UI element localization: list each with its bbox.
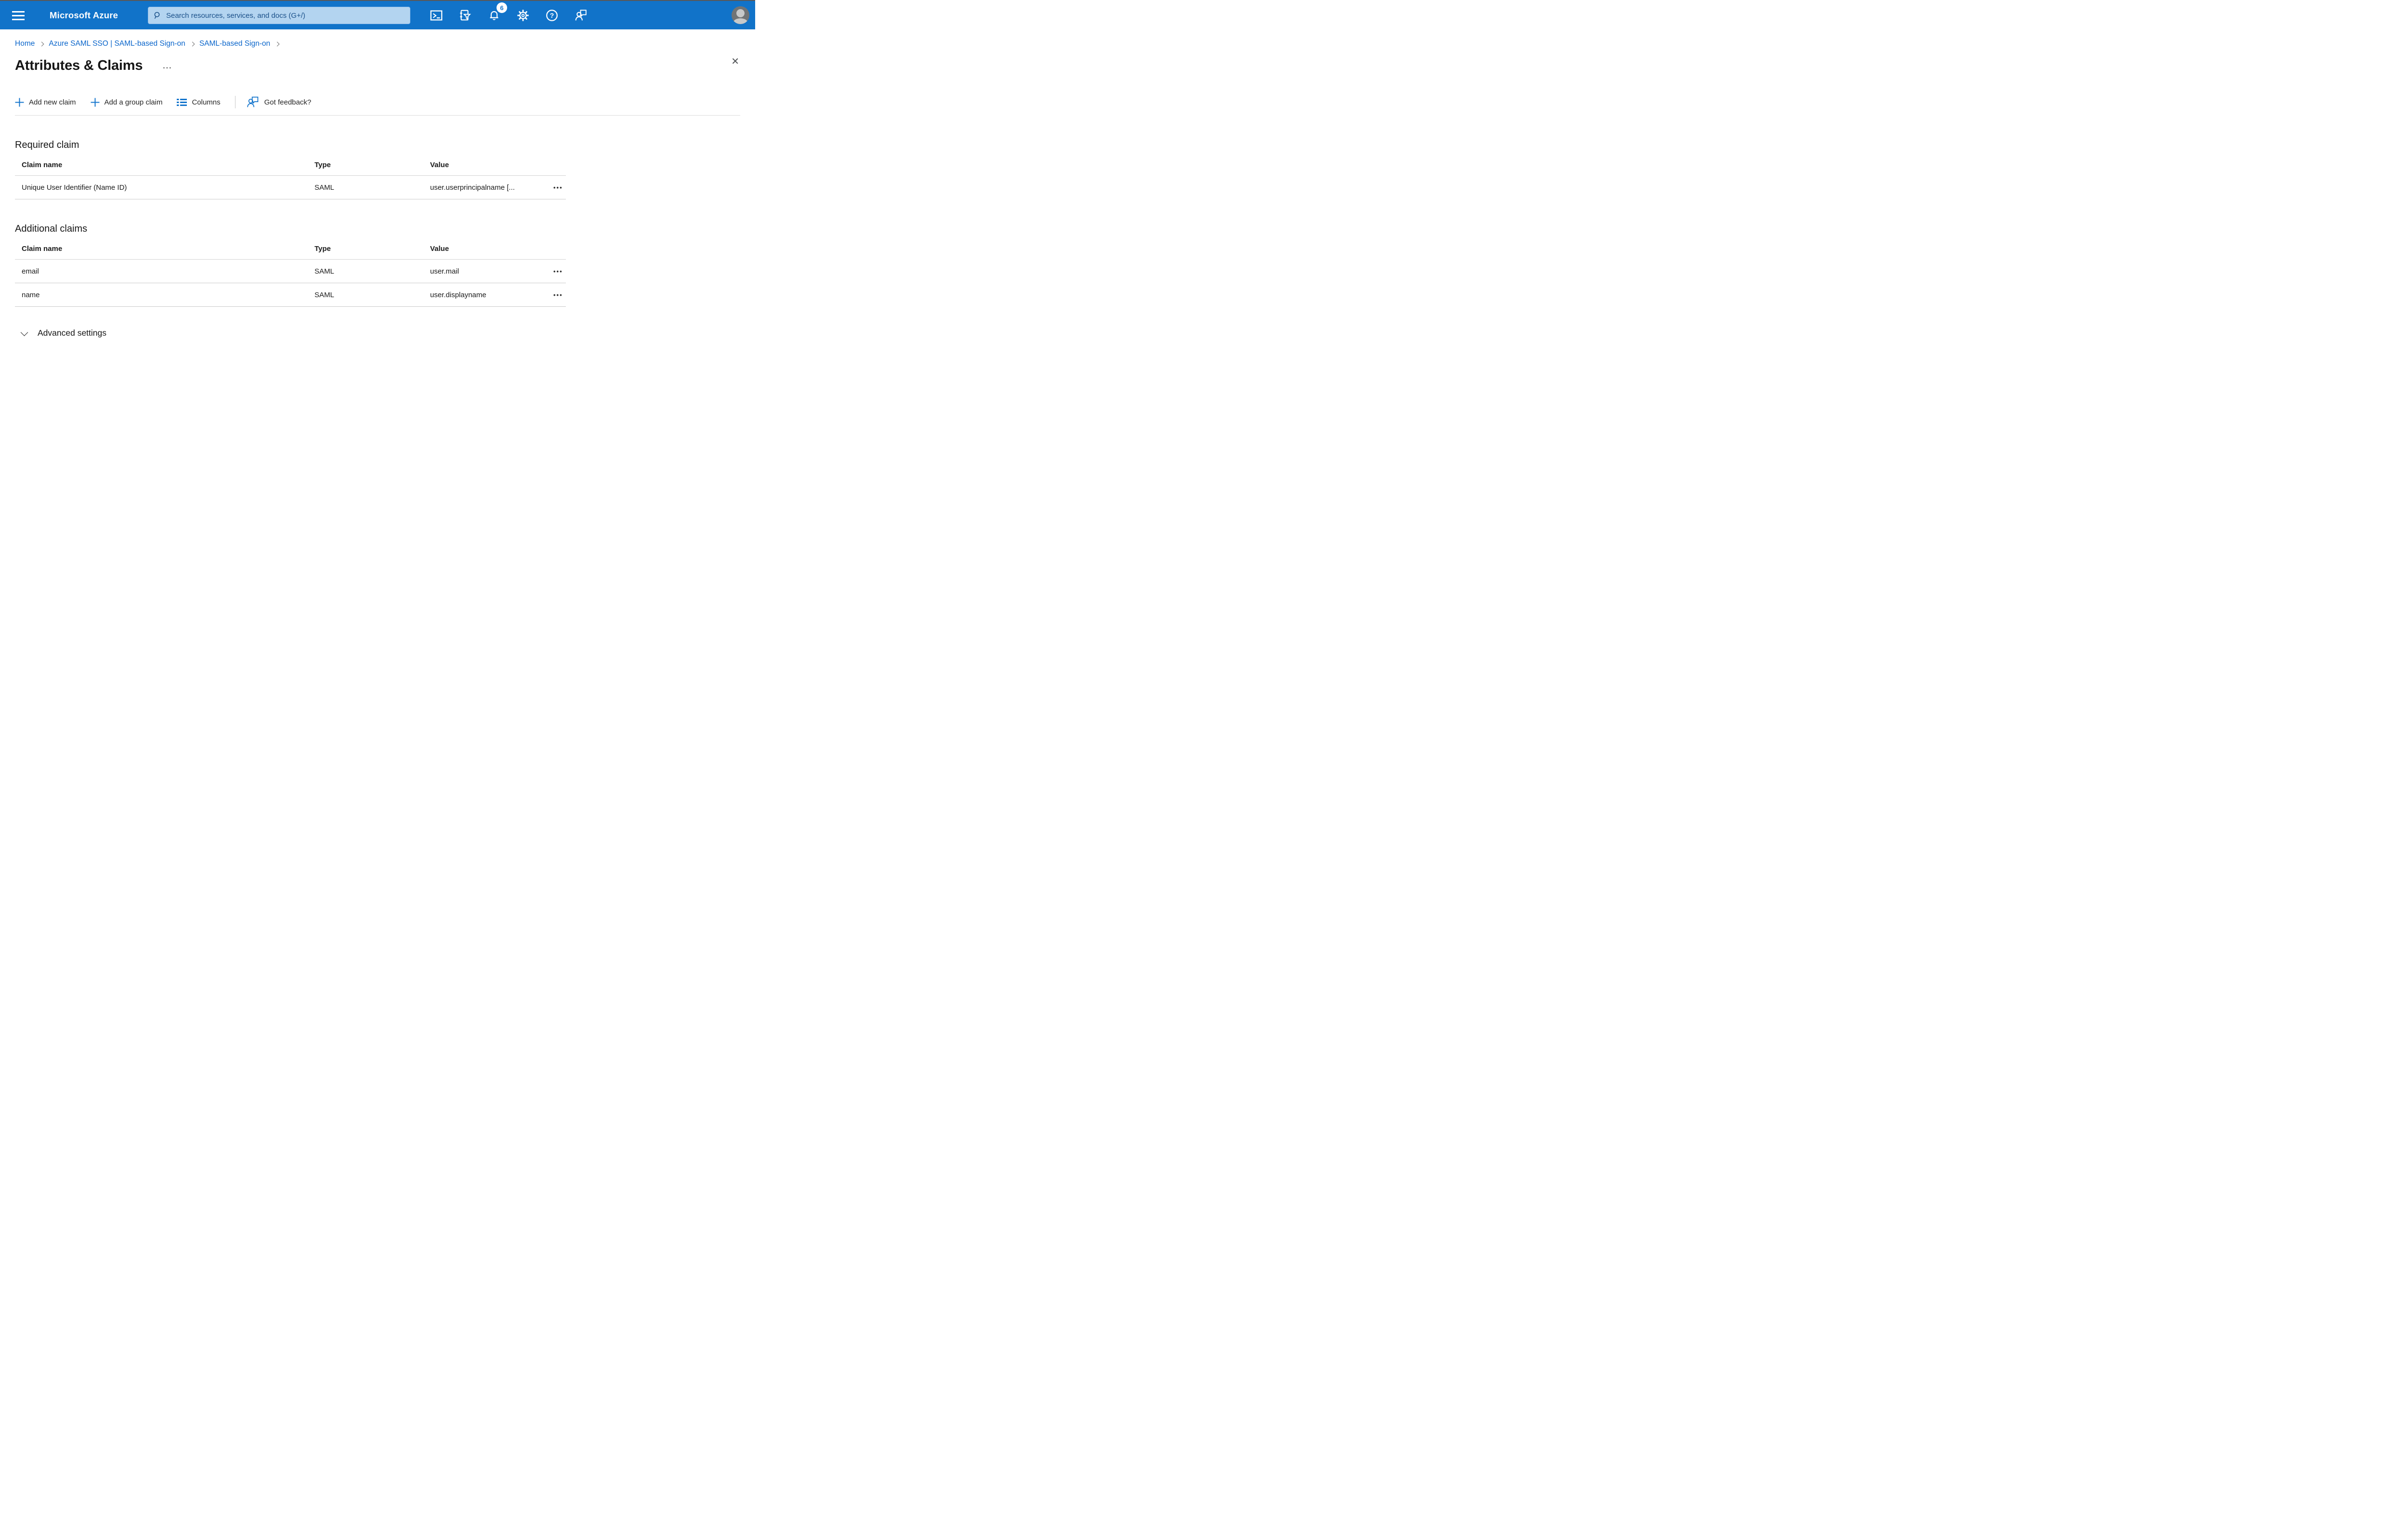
type-cell: SAML [314,183,334,192]
additional-claims-heading: Additional claims [15,223,88,234]
breadcrumb-chevron-icon [39,41,44,46]
add-group-claim-button[interactable]: Add a group claim [91,98,163,107]
hamburger-menu-icon[interactable] [9,1,28,29]
column-header-value: Value [430,161,449,169]
breadcrumb: Home Azure SAML SSO | SAML-based Sign-on… [15,39,755,48]
breadcrumb-chevron-icon [190,41,195,46]
got-feedback-label: Got feedback? [264,98,312,106]
add-new-claim-label: Add new claim [29,98,76,106]
row-menu-ellipsis-icon[interactable]: ••• [551,266,568,277]
row-menu-ellipsis-icon[interactable]: ••• [551,289,568,301]
directory-filter-icon[interactable] [455,5,476,26]
required-claim-heading: Required claim [15,140,79,150]
advanced-settings-toggle[interactable]: Advanced settings [20,328,107,338]
chevron-down-icon [20,328,28,336]
type-cell: SAML [314,267,334,276]
search-icon [154,12,160,19]
horizontal-divider [15,115,740,116]
plus-icon [15,98,24,107]
advanced-settings-label: Advanced settings [38,328,107,338]
got-feedback-button[interactable]: Got feedback? [246,96,312,108]
column-header-claim-name: Claim name [22,161,63,169]
breadcrumb-chevron-icon [275,41,280,46]
add-new-claim-button[interactable]: Add new claim [15,98,76,107]
value-cell: user.displayname [430,290,486,299]
page-header: Attributes & Claims ··· ✕ [15,56,755,75]
table-header-row: Claim name Type Value [15,155,566,176]
columns-icon [177,98,187,107]
notifications-bell-icon[interactable]: 6 [484,2,507,26]
value-cell: user.mail [430,267,459,276]
breadcrumb-home[interactable]: Home [15,39,35,48]
svg-text:?: ? [550,12,554,19]
claim-name-cell: Unique User Identifier (Name ID) [22,183,127,192]
column-header-type: Type [314,161,331,169]
claim-name-cell: email [22,267,39,276]
command-bar: Add new claim Add a group claim Columns … [15,94,755,110]
columns-button[interactable]: Columns [177,98,221,107]
toolbar-divider [235,96,236,108]
claim-name-cell: name [22,290,40,299]
add-group-claim-label: Add a group claim [104,98,163,106]
breadcrumb-app-sso[interactable]: Azure SAML SSO | SAML-based Sign-on [49,39,185,48]
close-icon[interactable]: ✕ [731,57,739,66]
search-input[interactable] [166,11,405,20]
help-icon[interactable]: ? [541,5,563,26]
breadcrumb-saml-signon[interactable]: SAML-based Sign-on [199,39,270,48]
required-claim-table: Claim name Type Value Unique User Identi… [15,155,566,199]
value-cell: user.userprincipalname [... [430,183,515,192]
row-menu-ellipsis-icon[interactable]: ••• [551,182,568,193]
settings-gear-icon[interactable] [512,5,534,26]
additional-claims-table: Claim name Type Value email SAML user.ma… [15,238,566,307]
brand-title[interactable]: Microsoft Azure [50,1,118,29]
page-title: Attributes & Claims [15,57,143,73]
table-row[interactable]: Unique User Identifier (Name ID) SAML us… [15,176,566,199]
columns-label: Columns [192,98,221,106]
plus-icon [91,98,100,107]
global-search[interactable] [148,7,410,24]
type-cell: SAML [314,290,334,299]
notification-count-badge: 6 [497,2,507,13]
avatar[interactable] [732,6,749,24]
column-header-type: Type [314,245,331,253]
feedback-person-icon [246,96,260,108]
top-bar: Microsoft Azure Search resources, servic… [0,1,755,29]
context-menu-ellipsis-icon[interactable]: ··· [163,64,172,72]
cloud-shell-icon[interactable] [426,5,447,26]
azure-portal-window: Microsoft Azure Search resources, servic… [0,0,755,382]
table-row[interactable]: name SAML user.displayname ••• [15,283,566,307]
column-header-claim-name: Claim name [22,245,63,253]
table-row[interactable]: email SAML user.mail ••• [15,260,566,283]
table-header-row: Claim name Type Value [15,238,566,260]
feedback-icon[interactable] [570,5,591,26]
column-header-value: Value [430,245,449,253]
